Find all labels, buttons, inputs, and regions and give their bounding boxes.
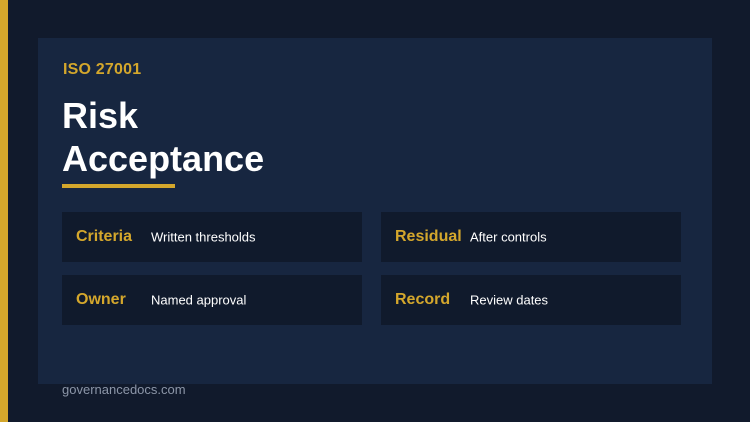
slide: ISO 27001 Risk Acceptance Criteria Writt… bbox=[0, 0, 750, 422]
title-underline bbox=[62, 184, 175, 188]
card-value: After controls bbox=[470, 229, 547, 245]
card-label: Residual bbox=[395, 228, 462, 245]
card-criteria: Criteria Written thresholds bbox=[62, 212, 362, 262]
eyebrow-label: ISO 27001 bbox=[63, 61, 142, 78]
card-record: Record Review dates bbox=[381, 275, 681, 325]
card-value: Written thresholds bbox=[151, 229, 256, 245]
card-value: Named approval bbox=[151, 292, 247, 308]
card-value: Review dates bbox=[470, 292, 549, 308]
card-owner: Owner Named approval bbox=[62, 275, 362, 325]
content-panel bbox=[38, 38, 712, 384]
card-label: Owner bbox=[76, 291, 126, 308]
left-accent-bar bbox=[0, 0, 8, 422]
slide-title: Risk Acceptance bbox=[62, 95, 265, 179]
footer-source: governancedocs.com bbox=[62, 382, 186, 397]
card-label: Criteria bbox=[76, 228, 133, 245]
card-residual: Residual After controls bbox=[381, 212, 681, 262]
card-label: Record bbox=[395, 291, 451, 308]
